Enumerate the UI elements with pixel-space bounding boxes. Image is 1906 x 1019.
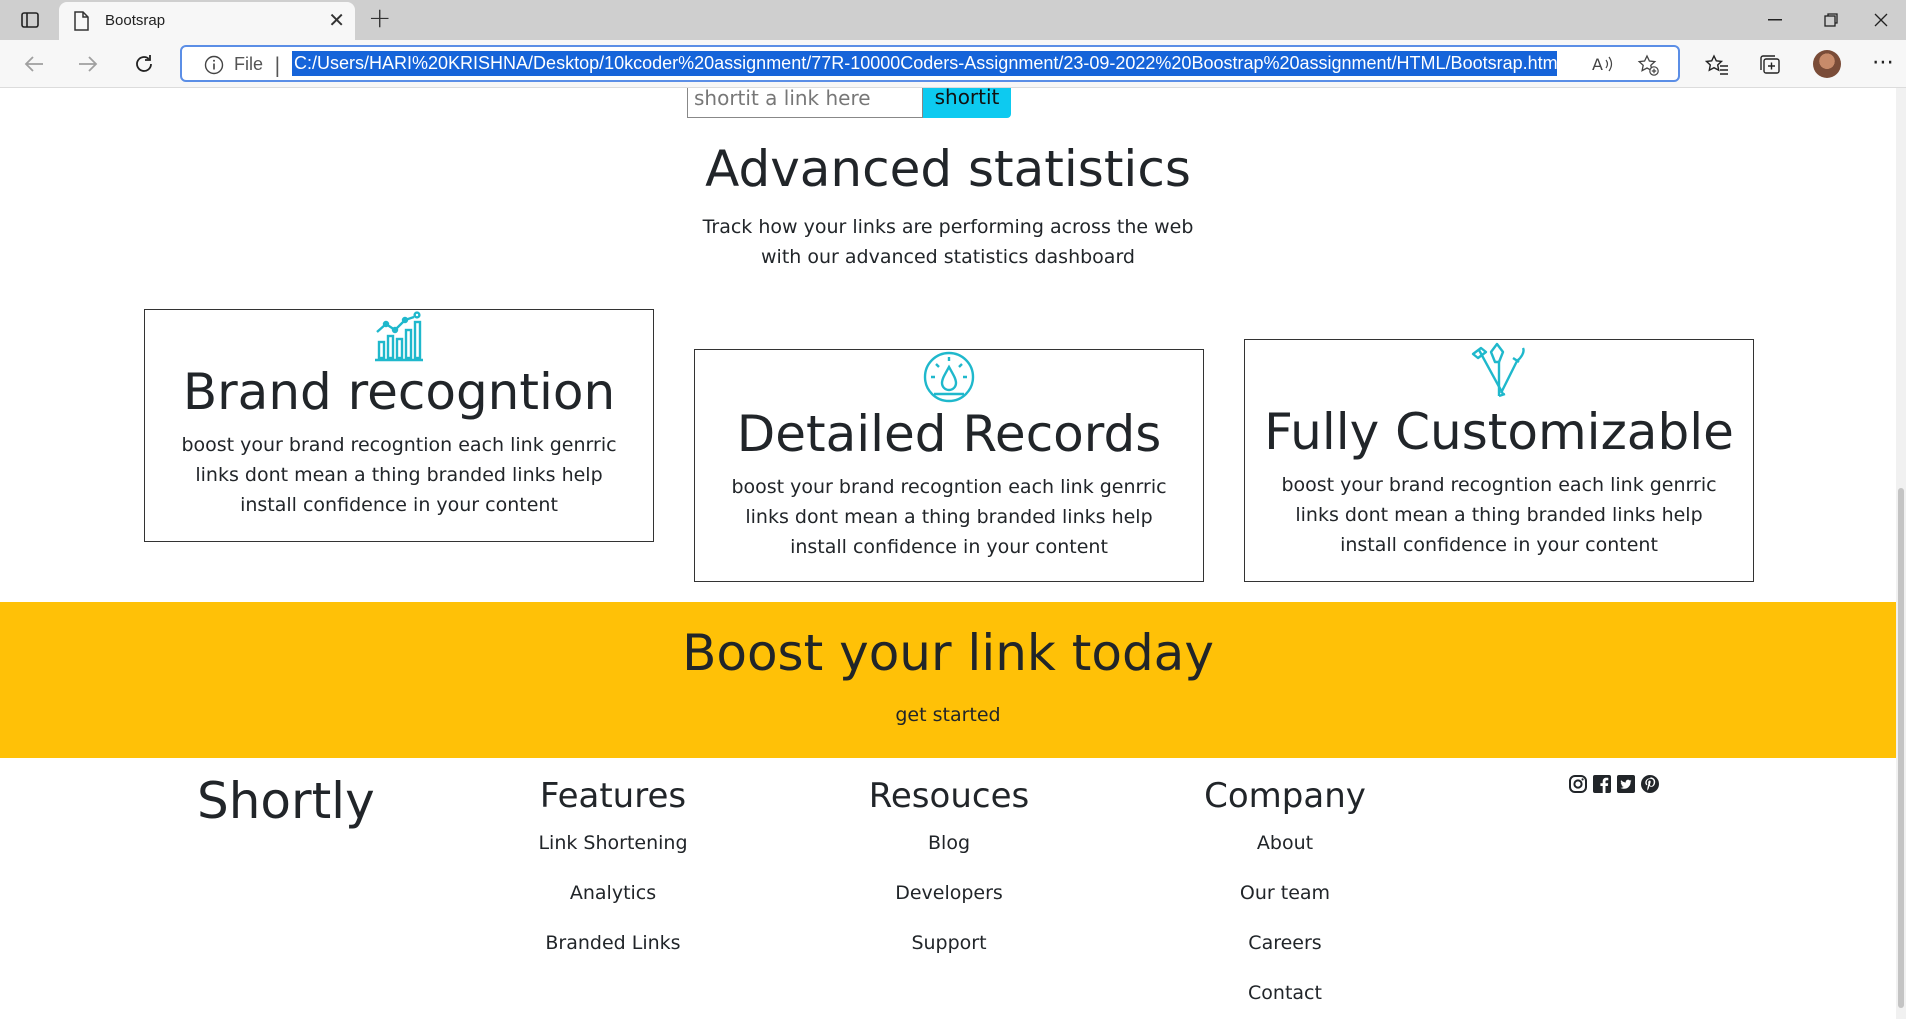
footer-col-company: Company About Our team Careers Contact <box>1135 774 1435 1018</box>
feature-card-brand: Brand recogntion boost your brand recogn… <box>144 309 654 542</box>
feature-card-customizable: Fully Customizable boost your brand reco… <box>1244 339 1754 582</box>
footer-link[interactable]: About <box>1135 818 1435 868</box>
close-tab-icon[interactable]: ✕ <box>328 10 345 30</box>
footer-link[interactable]: Our team <box>1135 868 1435 918</box>
footer-col-title: Company <box>1204 776 1366 816</box>
page-content: shortit a link here shortit Advanced sta… <box>0 88 1896 1019</box>
add-favorite-icon[interactable] <box>1637 54 1659 80</box>
tab-actions-icon[interactable] <box>14 8 46 32</box>
refresh-icon[interactable] <box>128 48 160 80</box>
new-tab-icon[interactable]: + <box>368 4 391 32</box>
social-links <box>1568 774 1660 794</box>
boost-title: Boost your link today <box>682 624 1214 682</box>
bar-chart-icon <box>375 311 423 362</box>
forward-icon[interactable] <box>72 48 104 80</box>
get-started-link[interactable]: get started <box>0 704 1896 726</box>
footer-link[interactable]: Blog <box>799 818 1099 868</box>
document-icon <box>73 11 89 35</box>
close-window-icon[interactable] <box>1858 6 1904 34</box>
card-text: boost your brand recogntion each link ge… <box>1281 474 1717 556</box>
scrollbar-thumb[interactable] <box>1898 488 1904 1008</box>
footer-link[interactable]: Analytics <box>463 868 763 918</box>
footer-link[interactable]: Careers <box>1135 918 1435 968</box>
footer-col-title: Features <box>539 776 687 816</box>
gauge-icon <box>923 351 975 403</box>
tab-title: Bootsrap <box>105 12 166 29</box>
shorten-link-input[interactable]: shortit a link here <box>687 88 923 118</box>
favorites-icon[interactable] <box>1704 52 1730 78</box>
address-bar[interactable]: File | C:/Users/HARI%20KRISHNA/Desktop/1… <box>180 45 1680 82</box>
feature-card-records: Detailed Records boost your brand recogn… <box>694 349 1204 582</box>
card-title: Detailed Records <box>736 405 1162 463</box>
instagram-icon[interactable] <box>1568 774 1588 794</box>
file-label: File <box>234 54 264 74</box>
profile-avatar[interactable] <box>1813 50 1841 78</box>
shortit-button[interactable]: shortit <box>923 88 1011 118</box>
footer-brand: Shortly <box>197 772 375 830</box>
twitter-icon[interactable] <box>1616 774 1636 794</box>
footer-col-resources: Resouces Blog Developers Support <box>799 774 1099 968</box>
svg-text:A: A <box>1592 55 1603 74</box>
brush-pen-icon <box>1471 342 1525 398</box>
section-subtitle: Track how your links are performing acro… <box>702 216 1194 268</box>
card-title: Fully Customizable <box>1264 403 1734 461</box>
pinterest-icon[interactable] <box>1640 774 1660 794</box>
info-icon[interactable] <box>204 55 224 79</box>
card-text: boost your brand recogntion each link ge… <box>181 434 617 516</box>
restore-icon[interactable] <box>1808 6 1854 34</box>
footer-link[interactable]: Support <box>799 918 1099 968</box>
more-options-icon[interactable]: ⋯ <box>1872 50 1895 75</box>
facebook-icon[interactable] <box>1592 774 1612 794</box>
tab-strip: Bootsrap ✕ + <box>0 0 1906 40</box>
separator: | <box>274 53 281 77</box>
footer-link[interactable]: Branded Links <box>463 918 763 968</box>
back-icon[interactable] <box>18 48 50 80</box>
card-text: boost your brand recogntion each link ge… <box>731 476 1167 558</box>
footer-link[interactable]: Contact <box>1135 968 1435 1018</box>
read-aloud-icon[interactable]: A <box>1592 54 1614 78</box>
footer-link[interactable]: Link Shortening <box>463 818 763 868</box>
browser-tab[interactable]: Bootsrap ✕ <box>59 2 355 40</box>
boost-banner: Boost your link today get started <box>0 602 1896 758</box>
footer-link[interactable]: Developers <box>799 868 1099 918</box>
section-title: Advanced statistics <box>705 140 1191 198</box>
footer-col-title: Resouces <box>868 776 1030 816</box>
footer-col-features: Features Link Shortening Analytics Brand… <box>463 774 763 968</box>
minimize-icon[interactable] <box>1752 6 1798 34</box>
card-title: Brand recogntion <box>182 363 616 421</box>
url-text[interactable]: C:/Users/HARI%20KRISHNA/Desktop/10kcoder… <box>292 51 1557 76</box>
browser-toolbar: File | C:/Users/HARI%20KRISHNA/Desktop/1… <box>0 40 1906 88</box>
page-scrollbar[interactable] <box>1896 88 1906 1019</box>
collections-icon[interactable] <box>1757 52 1783 78</box>
